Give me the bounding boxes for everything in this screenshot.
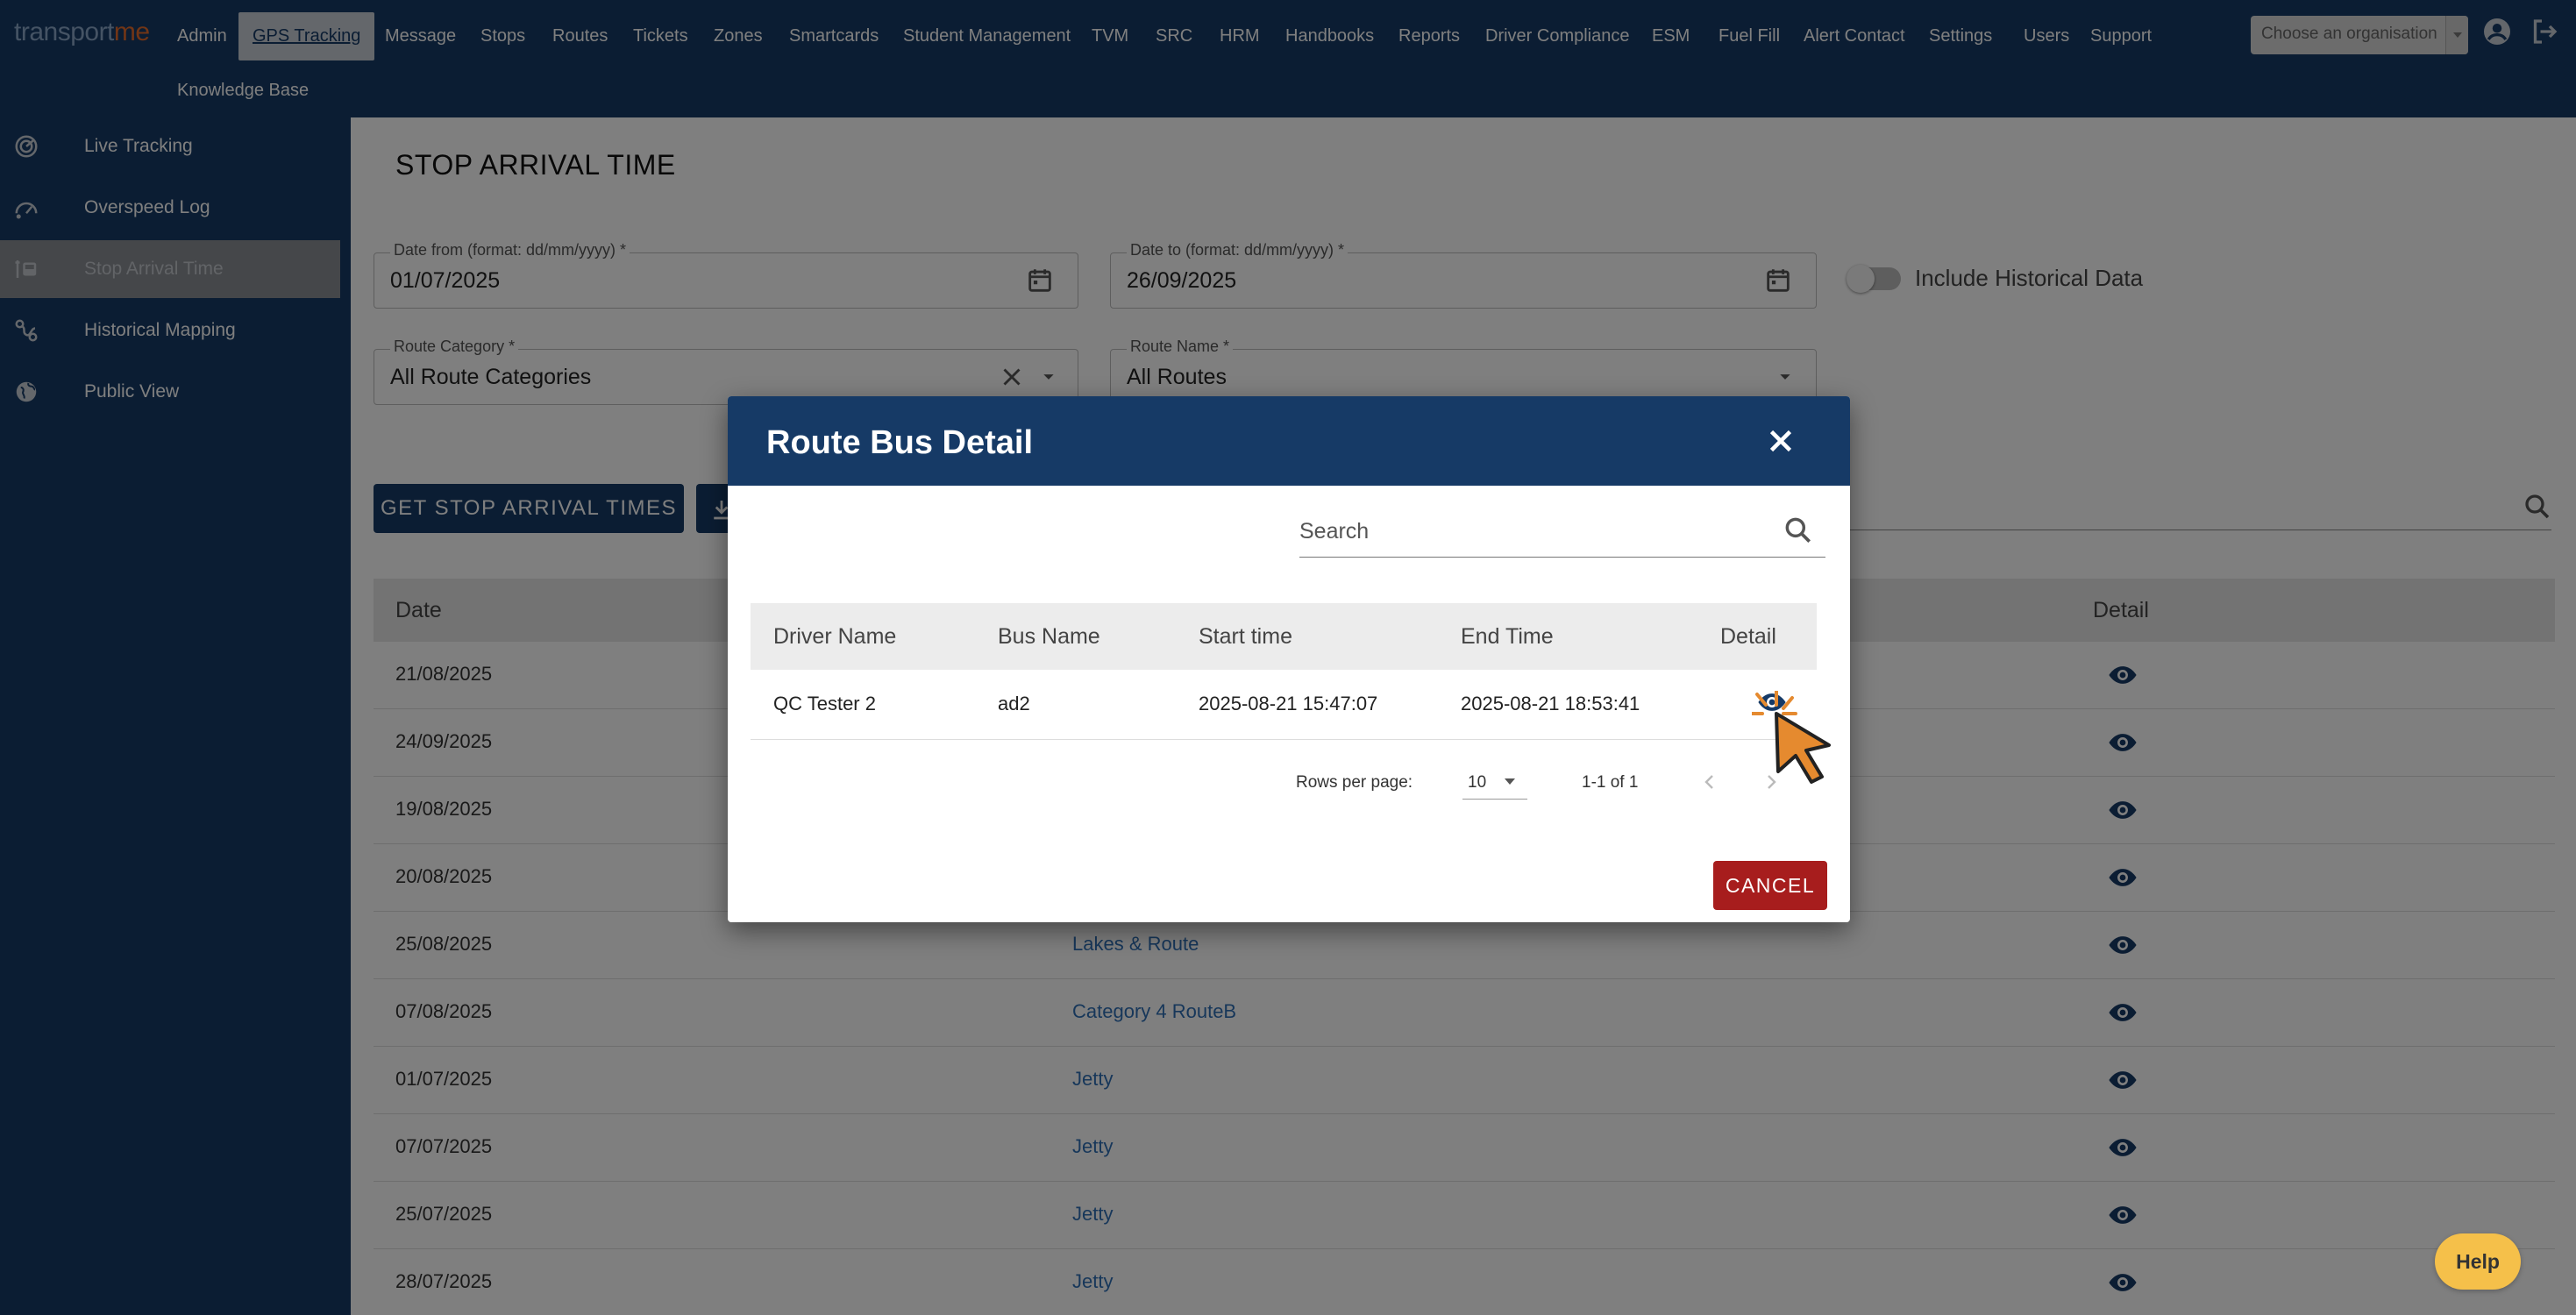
rows-per-page-value: 10 bbox=[1468, 773, 1487, 792]
chevron-left-icon[interactable] bbox=[1699, 771, 1720, 793]
pagination-range: 1-1 of 1 bbox=[1582, 773, 1639, 792]
cell-driver-name: QC Tester 2 bbox=[773, 693, 876, 714]
column-header-bus-name: Bus Name bbox=[998, 624, 1100, 649]
column-header-end-time: End Time bbox=[1461, 624, 1554, 649]
route-bus-detail-dialog: Route Bus Detail Driver Name Bus Name St… bbox=[728, 396, 1850, 922]
dialog-header: Route Bus Detail bbox=[728, 396, 1850, 486]
cancel-button[interactable]: CANCEL bbox=[1713, 861, 1827, 910]
column-header-detail: Detail bbox=[1720, 624, 1776, 649]
rows-per-page-label: Rows per page: bbox=[1296, 773, 1413, 792]
pagination: Rows per page: 10 1-1 of 1 bbox=[728, 764, 1850, 800]
help-button[interactable]: Help bbox=[2435, 1233, 2521, 1290]
table-row: QC Tester 2 ad2 2025-08-21 15:47:07 2025… bbox=[751, 670, 1817, 740]
close-icon[interactable] bbox=[1762, 423, 1799, 459]
chevron-down-icon bbox=[1505, 778, 1515, 785]
dialog-table-header: Driver Name Bus Name Start time End Time… bbox=[751, 603, 1817, 670]
dialog-search-input[interactable] bbox=[1299, 514, 1773, 549]
rows-per-page-select[interactable]: 10 bbox=[1462, 764, 1527, 800]
cell-end-time: 2025-08-21 18:53:41 bbox=[1461, 693, 1640, 714]
dialog-search-field[interactable] bbox=[1299, 505, 1825, 558]
column-header-start-time: Start time bbox=[1199, 624, 1292, 649]
cell-bus-name: ad2 bbox=[998, 693, 1030, 714]
column-header-driver-name: Driver Name bbox=[773, 624, 897, 649]
dialog-title: Route Bus Detail bbox=[766, 424, 1034, 461]
search-icon[interactable] bbox=[1782, 514, 1815, 547]
mouse-cursor-icon bbox=[1752, 691, 1831, 784]
cell-start-time: 2025-08-21 15:47:07 bbox=[1199, 693, 1378, 714]
